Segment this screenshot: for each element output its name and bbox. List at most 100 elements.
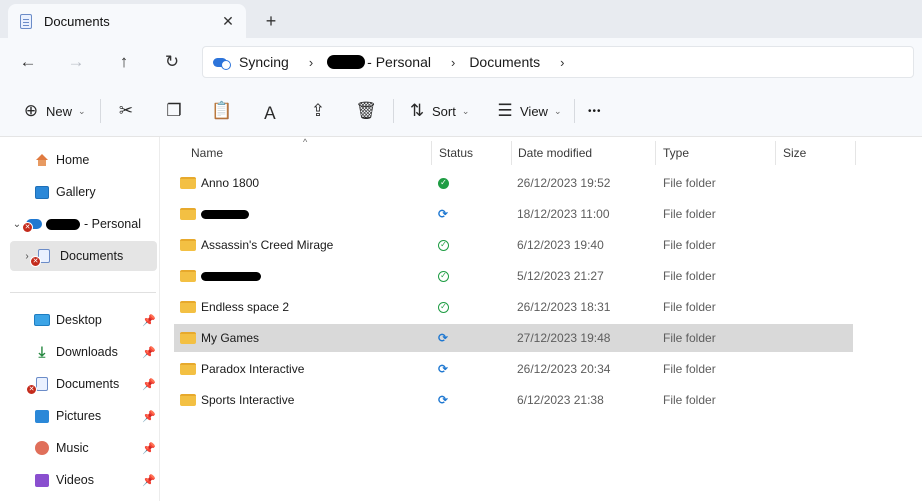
view-icon: ☰ xyxy=(497,101,513,120)
share-button[interactable]: ⇪ xyxy=(307,97,329,125)
new-button[interactable]: ⊕ New ⌄ xyxy=(20,97,86,125)
rename-button[interactable]: Ａ xyxy=(259,97,281,125)
new-label: New xyxy=(46,103,73,119)
date-modified-cell: 27/12/2023 19:48 xyxy=(517,331,611,345)
sidebar-item-desktop[interactable]: Desktop 📌 xyxy=(10,305,157,335)
view-button[interactable]: ☰ View ⌄ xyxy=(494,97,562,125)
pin-icon[interactable]: 📌 xyxy=(141,410,157,423)
sidebar-item-videos[interactable]: Videos 📌 xyxy=(10,465,157,495)
file-name-cell: Anno 1800 xyxy=(180,169,259,197)
breadcrumb-documents[interactable]: Documents xyxy=(469,54,540,70)
error-icon: ✕ xyxy=(26,384,37,395)
toolbar-divider xyxy=(393,99,394,123)
table-row[interactable]: Anno 1800 ✓ 26/12/2023 19:52 File folder xyxy=(174,169,853,197)
type-cell: File folder xyxy=(663,331,716,345)
view-label: View xyxy=(520,103,548,119)
sidebar-item-home[interactable]: Home xyxy=(10,145,157,175)
chevron-right-icon[interactable]: › xyxy=(451,55,455,70)
rename-icon: Ａ xyxy=(261,103,279,123)
close-icon[interactable]: ✕ xyxy=(218,11,238,31)
pin-icon[interactable]: 📌 xyxy=(141,474,157,487)
toolbar-divider xyxy=(100,99,101,123)
sidebar-item-label: Desktop xyxy=(56,313,102,327)
sidebar-item-downloads[interactable]: ⤓ Downloads 📌 xyxy=(10,337,157,367)
pin-icon[interactable]: 📌 xyxy=(141,314,157,327)
file-name-cell xyxy=(180,200,249,228)
sidebar-item-documents-pinned[interactable]: ✕ Documents 📌 xyxy=(10,369,157,399)
redacted-text xyxy=(201,271,261,281)
copy-button[interactable]: ❐ xyxy=(163,97,185,125)
sidebar-item-label: Downloads xyxy=(56,345,118,359)
videos-icon xyxy=(35,473,49,487)
sidebar-item-onedrive-personal[interactable]: ⌄ ✕ - Personal xyxy=(10,209,157,239)
column-header-date-modified[interactable]: Date modified xyxy=(512,140,655,166)
refresh-button[interactable]: ↻ xyxy=(158,48,186,76)
delete-button[interactable]: 🗑 xyxy=(355,97,377,125)
table-row[interactable]: My Games ⟳ 27/12/2023 19:48 File folder xyxy=(174,324,853,352)
pin-icon[interactable]: 📌 xyxy=(141,346,157,359)
pin-icon[interactable]: 📌 xyxy=(141,442,157,455)
table-row[interactable]: Assassin's Creed Mirage ✓ 6/12/2023 19:40 F… xyxy=(174,231,853,259)
sidebar-item-gallery[interactable]: Gallery xyxy=(10,177,157,207)
sort-icon: ⇅ xyxy=(409,101,425,120)
tab-documents[interactable]: Documents ✕ xyxy=(8,4,246,38)
status-cell: ✓ xyxy=(438,262,449,290)
chevron-down-icon: ⌄ xyxy=(78,105,86,116)
redacted-text xyxy=(46,218,80,230)
breadcrumb-syncing[interactable]: Syncing xyxy=(239,54,289,70)
table-row[interactable]: Endless space 2 ✓ 26/12/2023 18:31 File fol… xyxy=(174,293,853,321)
breadcrumb-personal[interactable]: - Personal xyxy=(367,54,431,70)
column-divider[interactable] xyxy=(431,141,432,165)
new-tab-button[interactable]: + xyxy=(260,10,282,32)
chevron-down-icon: ⌄ xyxy=(553,105,562,116)
table-row[interactable]: Sports Interactive ⟳ 6/12/2023 21:38 File f… xyxy=(174,386,853,414)
more-options-button[interactable]: ••• xyxy=(588,97,602,125)
status-cell: ⟳ xyxy=(438,200,448,228)
column-header-status[interactable]: Status xyxy=(433,140,511,166)
status-cell: ⟳ xyxy=(438,386,448,414)
column-header-size[interactable]: Size xyxy=(777,140,855,166)
type-cell: File folder xyxy=(663,207,716,221)
type-cell: File folder xyxy=(663,176,716,190)
cut-button[interactable]: ✂ xyxy=(115,97,137,125)
column-divider[interactable] xyxy=(855,141,856,165)
column-divider[interactable] xyxy=(775,141,776,165)
type-cell: File folder xyxy=(663,238,716,252)
table-row[interactable]: ⟳ 18/12/2023 11:00 File folder xyxy=(174,200,853,228)
file-name: Anno 1800 xyxy=(201,176,260,190)
column-header-name[interactable]: Name xyxy=(185,140,431,166)
pictures-icon xyxy=(35,409,49,423)
chevron-right-icon[interactable]: › xyxy=(309,55,313,70)
table-row[interactable]: ✓ 5/12/2023 21:27 File folder xyxy=(174,262,853,290)
trash-icon: 🗑 xyxy=(355,101,377,120)
file-name-cell: Sports Interactive xyxy=(180,386,294,414)
column-header-type[interactable]: Type xyxy=(657,140,775,166)
file-name-cell: Assassin's Creed Mirage xyxy=(180,231,333,259)
type-cell: File folder xyxy=(663,362,716,376)
column-divider[interactable] xyxy=(655,141,656,165)
sidebar-item-music[interactable]: Music 📌 xyxy=(10,433,157,463)
folder-icon xyxy=(180,394,196,406)
folder-icon xyxy=(180,239,196,251)
share-icon: ⇪ xyxy=(310,101,326,120)
date-modified-cell: 6/12/2023 19:40 xyxy=(517,238,604,252)
pin-icon[interactable]: 📌 xyxy=(141,378,157,391)
sort-button[interactable]: ⇅ Sort ⌄ xyxy=(406,97,470,125)
status-cell: ✓ xyxy=(438,293,449,321)
sync-pending-icon: ⟳ xyxy=(438,393,449,407)
chevron-right-icon[interactable]: › xyxy=(560,55,564,70)
folder-icon xyxy=(180,301,196,313)
table-row[interactable]: Paradox Interactive ⟳ 26/12/2023 20:34 File… xyxy=(174,355,853,383)
up-button[interactable]: ↑ xyxy=(110,48,138,76)
date-modified-cell: 18/12/2023 11:00 xyxy=(517,207,610,221)
gallery-icon xyxy=(35,185,49,199)
paste-button[interactable]: 📋 xyxy=(211,97,233,125)
sync-pending-icon: ⟳ xyxy=(438,362,449,376)
tab-bar: Documents ✕ + xyxy=(0,0,922,38)
back-button[interactable]: ← xyxy=(14,48,42,76)
forward-button[interactable]: → xyxy=(62,48,90,76)
sidebar-item-documents[interactable]: › ✕ Documents xyxy=(10,241,157,271)
clipboard-icon: 📋 xyxy=(211,101,233,120)
sidebar-item-pictures[interactable]: Pictures 📌 xyxy=(10,401,157,431)
address-bar[interactable]: Syncing › - Personal › Documents › xyxy=(202,46,914,78)
